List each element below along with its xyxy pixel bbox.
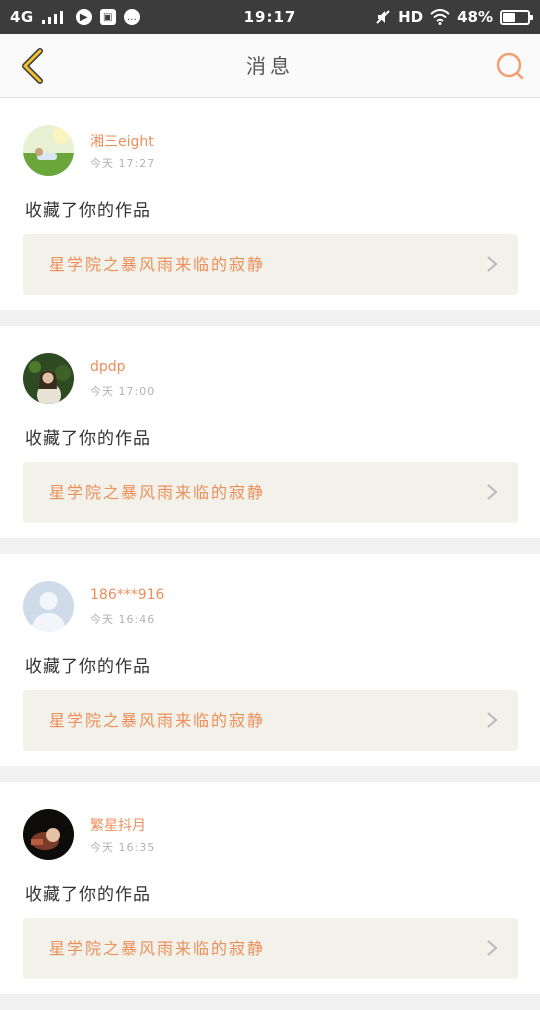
timestamp: 今天 16:46 — [90, 613, 156, 626]
battery-icon — [500, 9, 533, 25]
user-name[interactable]: dpdp — [90, 359, 126, 375]
work-title: 星学院之暴风雨来临的寂静 — [49, 711, 266, 730]
work-title: 星学院之暴风雨来临的寂静 — [49, 483, 266, 502]
message-item[interactable]: 186***916 今天 16:46 收藏了你的作品 星学院之暴风雨来临的寂静 — [0, 554, 540, 766]
work-link[interactable]: 星学院之暴风雨来临的寂静 — [23, 234, 518, 295]
avatar[interactable] — [23, 353, 74, 404]
timestamp: 今天 17:00 — [90, 385, 156, 398]
message-list: 湘三eight 今天 17:27 收藏了你的作品 星学院之暴风雨来临的寂静 dp… — [0, 98, 540, 1010]
work-title: 星学院之暴风雨来临的寂静 — [49, 939, 266, 958]
mute-icon — [376, 10, 390, 24]
status-bar: 4G ▶ ▣ … 19:17 HD 48% — [0, 0, 540, 34]
chevron-right-icon — [487, 256, 498, 272]
action-text: 收藏了你的作品 — [25, 201, 151, 221]
search-icon — [496, 52, 524, 80]
chevron-right-icon — [487, 484, 498, 500]
status-left: 4G ▶ ▣ … — [10, 8, 140, 26]
message-item[interactable]: 湘三eight 今天 17:27 收藏了你的作品 星学院之暴风雨来临的寂静 — [0, 98, 540, 310]
battery-percent: 48% — [457, 8, 493, 26]
page-title: 消息 — [246, 54, 294, 78]
avatar[interactable] — [23, 581, 74, 632]
chevron-right-icon — [487, 712, 498, 728]
message-item[interactable]: 繁星抖月 今天 16:35 收藏了你的作品 星学院之暴风雨来临的寂静 — [0, 782, 540, 994]
top-bar: 消息 — [0, 34, 540, 98]
hd-indicator: HD — [398, 8, 424, 26]
user-name[interactable]: 186***916 — [90, 587, 164, 603]
avatar[interactable] — [23, 125, 74, 176]
avatar[interactable] — [23, 809, 74, 860]
timestamp: 今天 17:27 — [90, 157, 156, 170]
work-link[interactable]: 星学院之暴风雨来临的寂静 — [23, 690, 518, 751]
avatar-girl-photo — [23, 353, 74, 404]
work-link[interactable]: 星学院之暴风雨来临的寂静 — [23, 462, 518, 523]
work-title: 星学院之暴风雨来临的寂静 — [49, 255, 266, 274]
status-right: HD 48% — [375, 8, 533, 26]
avatar-grass-photo — [23, 125, 74, 176]
action-text: 收藏了你的作品 — [25, 885, 151, 905]
chat-icon: … — [123, 9, 140, 25]
signal-icon — [41, 11, 63, 24]
avatar-dark-photo — [23, 809, 74, 860]
work-link[interactable]: 星学院之暴风雨来临的寂静 — [23, 918, 518, 979]
avatar-default-person — [23, 581, 74, 632]
search-button[interactable] — [492, 48, 528, 84]
user-name[interactable]: 湘三eight — [90, 131, 154, 151]
wifi-icon — [430, 9, 450, 25]
play-icon: ▶ — [75, 9, 92, 25]
chevron-right-icon — [487, 940, 498, 956]
save-icon: ▣ — [99, 9, 116, 25]
message-item[interactable]: dpdp 今天 17:00 收藏了你的作品 星学院之暴风雨来临的寂静 — [0, 326, 540, 538]
user-name[interactable]: 繁星抖月 — [90, 815, 146, 835]
network-type: 4G — [10, 8, 34, 26]
battery-level — [503, 12, 515, 22]
timestamp: 今天 16:35 — [90, 841, 156, 854]
action-text: 收藏了你的作品 — [25, 657, 151, 677]
action-text: 收藏了你的作品 — [25, 429, 151, 449]
